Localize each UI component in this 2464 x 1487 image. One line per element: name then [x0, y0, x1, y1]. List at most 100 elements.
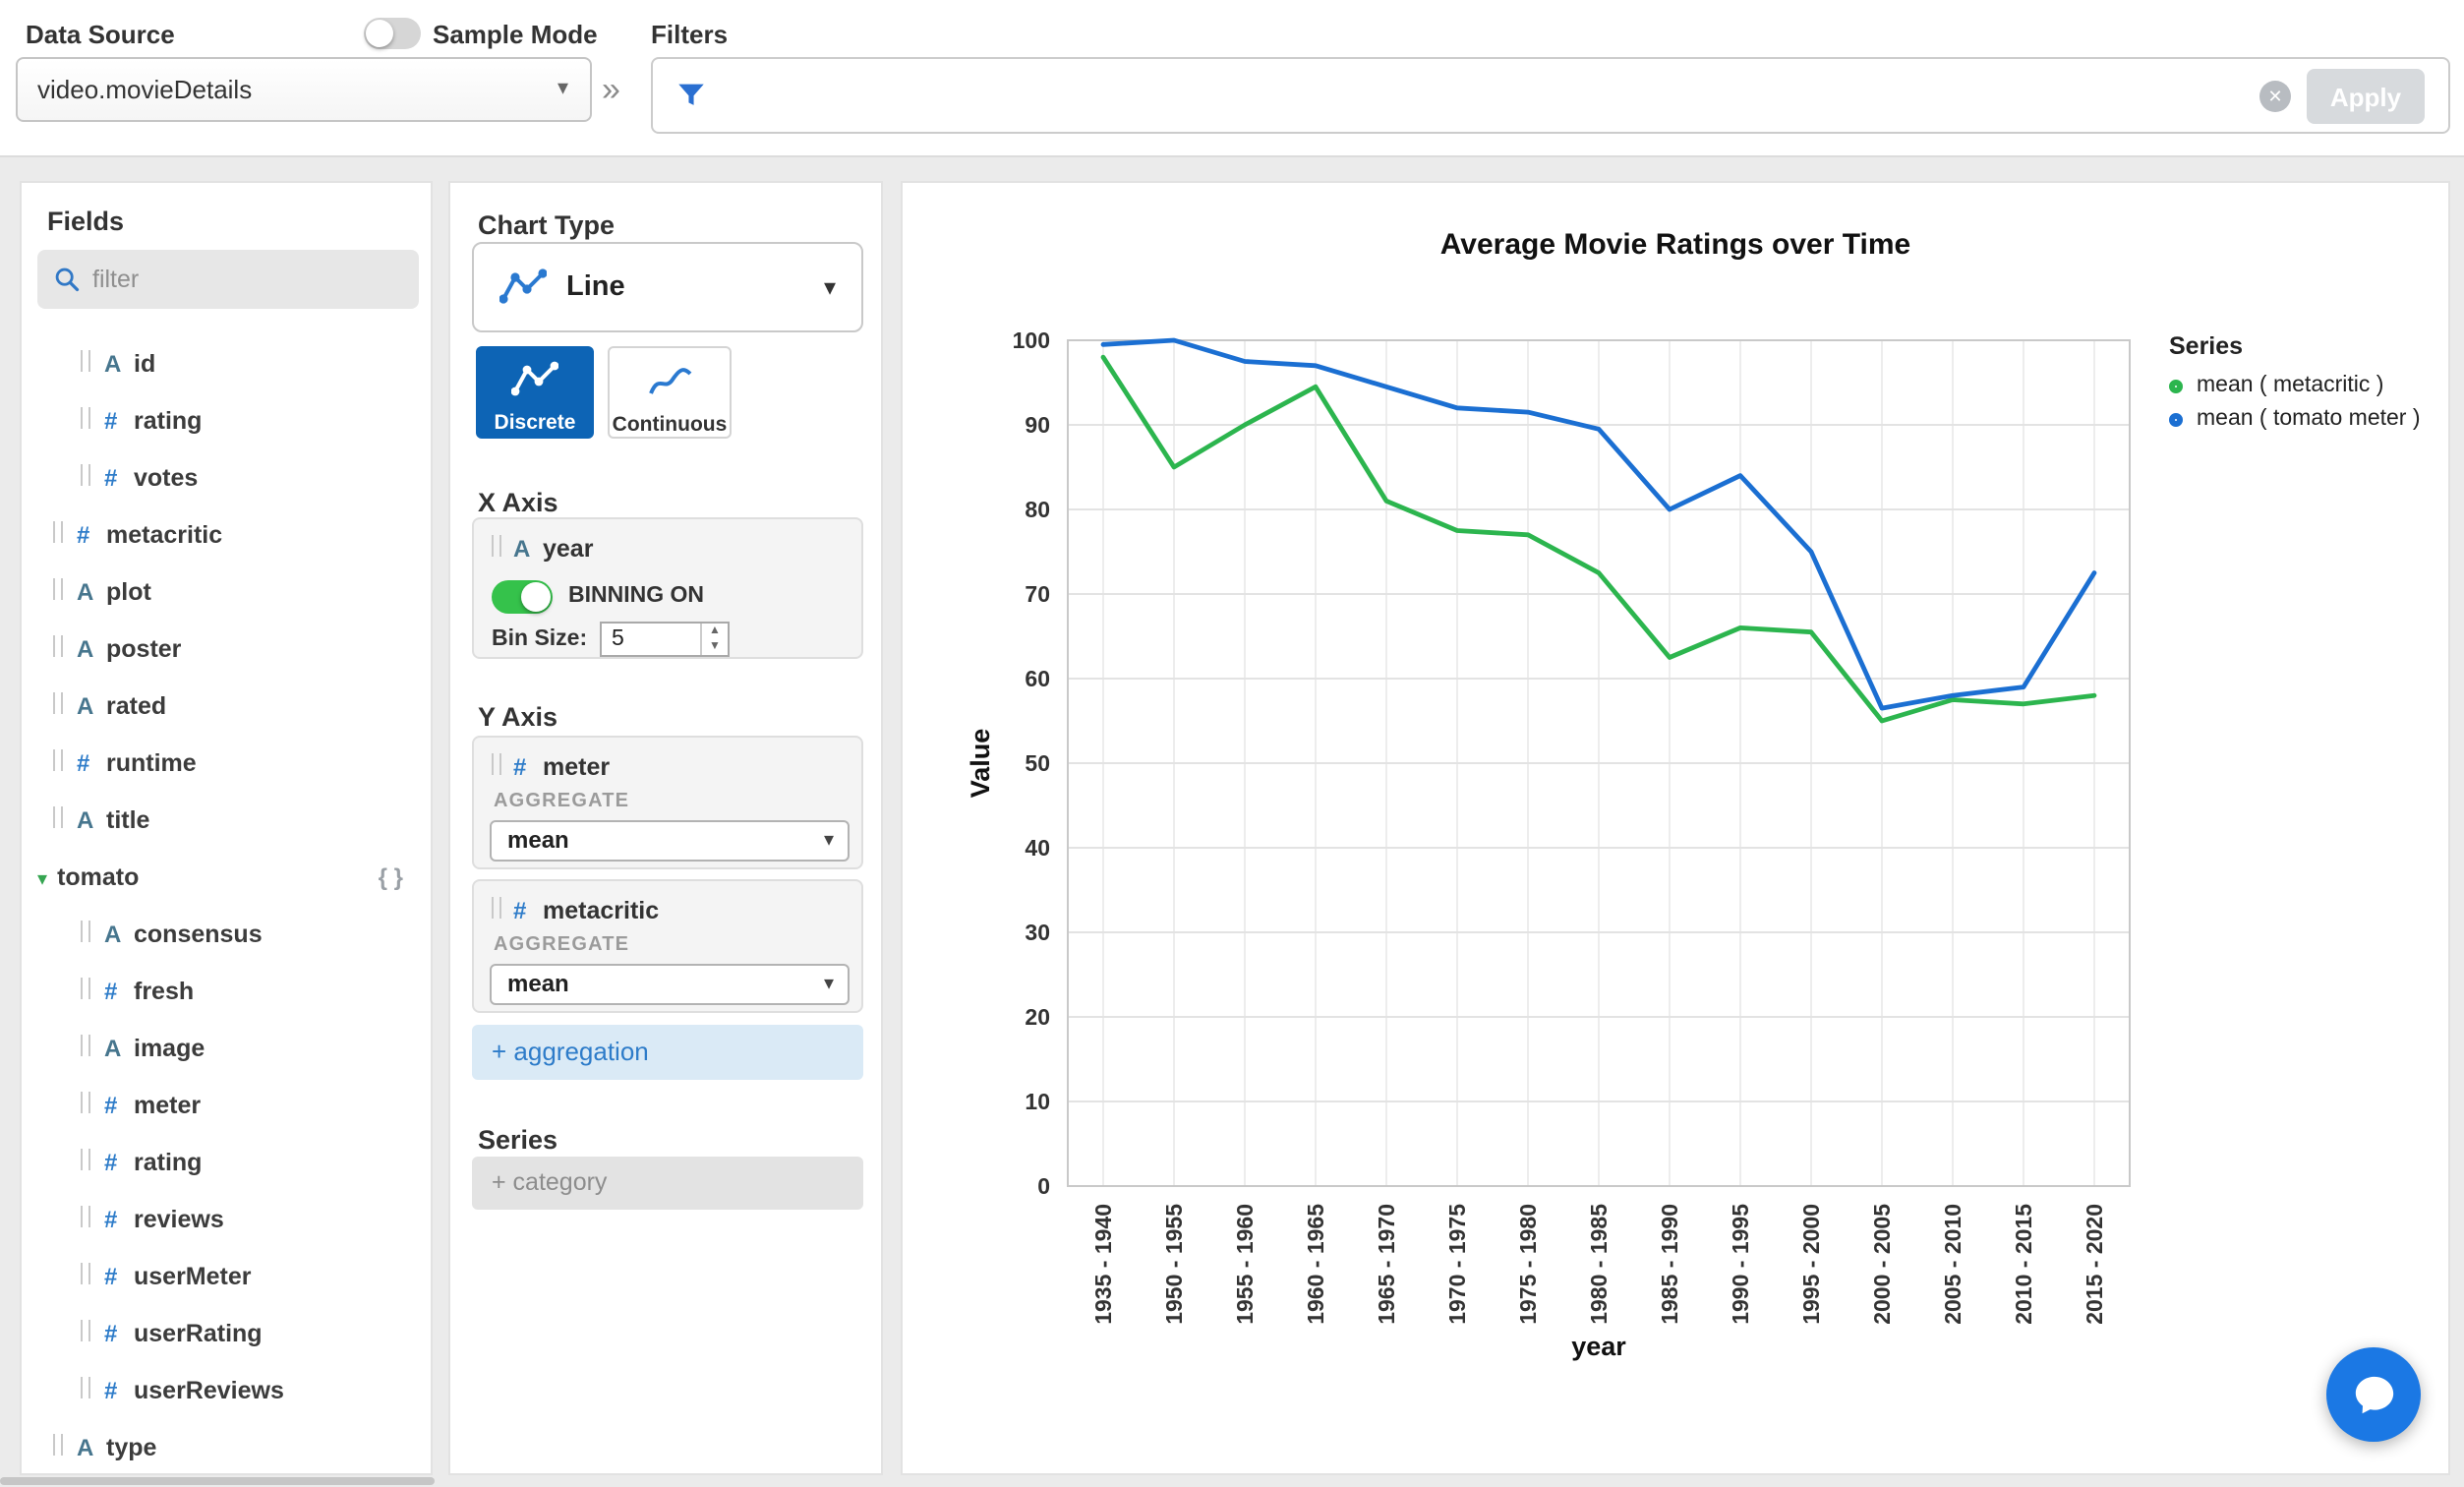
svg-text:1965 - 1970: 1965 - 1970	[1374, 1204, 1399, 1325]
chart-type-value: Line	[566, 244, 625, 330]
drag-handle-icon[interactable]	[81, 1092, 90, 1113]
field-row[interactable]: Arated	[22, 679, 431, 736]
data-source-label: Data Source	[26, 20, 175, 49]
drag-handle-icon[interactable]	[492, 535, 501, 557]
continuous-line-icon	[646, 362, 693, 401]
string-type-icon: A	[513, 529, 543, 568]
drag-handle-icon[interactable]	[81, 1035, 90, 1056]
drag-handle-icon[interactable]	[81, 1320, 90, 1341]
chat-bubble-button[interactable]	[2326, 1347, 2421, 1442]
drag-handle-icon[interactable]	[81, 978, 90, 999]
field-row[interactable]: Aconsensus	[22, 907, 431, 964]
bin-size-input[interactable]	[602, 624, 700, 655]
field-row[interactable]: #rating	[22, 1135, 431, 1192]
sample-mode-label: Sample Mode	[433, 20, 598, 49]
svg-text:1990 - 1995: 1990 - 1995	[1728, 1204, 1753, 1325]
fields-list: Aid #rating #votes #metacritic Aplot Apo…	[22, 336, 431, 1475]
object-badge: { }	[379, 850, 403, 907]
toggle-knob	[366, 20, 393, 47]
filter-input[interactable]	[728, 63, 2084, 128]
field-name: meter	[134, 1092, 201, 1119]
field-name: rating	[134, 1149, 202, 1176]
drag-handle-icon[interactable]	[53, 749, 63, 771]
field-type-icon: #	[104, 964, 134, 1021]
field-row[interactable]: #userRating	[22, 1306, 431, 1363]
field-row[interactable]: Atype	[22, 1420, 431, 1475]
drag-handle-icon[interactable]	[53, 806, 63, 828]
field-type-icon: #	[77, 507, 106, 565]
drag-handle-icon[interactable]	[81, 1206, 90, 1227]
drag-handle-icon[interactable]	[81, 1377, 90, 1398]
search-icon	[53, 266, 81, 293]
field-row[interactable]: #runtime	[22, 736, 431, 793]
data-source-select[interactable]: video.movieDetails ▾	[16, 57, 592, 122]
field-name: fresh	[134, 978, 194, 1005]
number-type-icon: #	[513, 747, 543, 787]
discrete-button[interactable]: Discrete	[476, 346, 594, 439]
add-category-button[interactable]: + category	[472, 1157, 863, 1210]
legend-marker-icon	[2169, 412, 2183, 426]
stepper-down-icon[interactable]: ▼	[702, 639, 728, 655]
data-source-value: video.movieDetails	[37, 75, 252, 104]
field-type-icon: #	[104, 1306, 134, 1363]
collapse-panel-icon[interactable]: »	[602, 71, 620, 110]
field-search-input[interactable]	[92, 250, 407, 309]
field-name: plot	[106, 578, 151, 606]
field-row[interactable]: #rating	[22, 393, 431, 450]
field-type-icon: #	[104, 450, 134, 507]
aggregate-select[interactable]: mean▾	[490, 964, 850, 1005]
binning-toggle[interactable]	[492, 580, 553, 614]
field-row[interactable]: #userMeter	[22, 1249, 431, 1306]
field-row[interactable]: #fresh	[22, 964, 431, 1021]
legend-label: mean ( metacritic )	[2197, 374, 2383, 397]
svg-text:20: 20	[1025, 1004, 1050, 1030]
field-row[interactable]: #votes	[22, 450, 431, 507]
field-row[interactable]: #reviews	[22, 1192, 431, 1249]
y-axis-field[interactable]: #metacritic	[492, 891, 659, 930]
field-row[interactable]: Aimage	[22, 1021, 431, 1078]
horizontal-scrollbar[interactable]	[0, 1477, 435, 1485]
add-aggregation-button[interactable]: + aggregation	[472, 1025, 863, 1080]
chart-type-select[interactable]: Line ▾	[472, 242, 863, 332]
drag-handle-icon[interactable]	[53, 578, 63, 600]
aggregate-select[interactable]: mean▾	[490, 820, 850, 862]
field-name: image	[134, 1035, 205, 1062]
line-chart-icon	[499, 266, 547, 309]
stepper-up-icon[interactable]: ▲	[702, 624, 728, 639]
drag-handle-icon[interactable]	[53, 1434, 63, 1456]
field-row[interactable]: Aposter	[22, 622, 431, 679]
field-row[interactable]: Atitle	[22, 793, 431, 850]
field-name: runtime	[106, 749, 197, 777]
drag-handle-icon[interactable]	[81, 1263, 90, 1284]
chevron-down-icon[interactable]: ▾	[37, 852, 47, 909]
drag-handle-icon[interactable]	[53, 692, 63, 714]
svg-text:0: 0	[1037, 1173, 1050, 1199]
y-axis-field[interactable]: #meter	[492, 747, 610, 787]
drag-handle-icon[interactable]	[81, 921, 90, 942]
apply-button[interactable]: Apply	[2307, 69, 2425, 124]
field-row[interactable]: #metacritic	[22, 507, 431, 565]
field-row[interactable]: Aid	[22, 336, 431, 393]
field-row[interactable]: Aplot	[22, 565, 431, 622]
bin-size-stepper: ▲ ▼	[700, 624, 728, 655]
drag-handle-icon[interactable]	[492, 897, 501, 919]
drag-handle-icon[interactable]	[492, 753, 501, 775]
field-row[interactable]: #userReviews	[22, 1363, 431, 1420]
drag-handle-icon[interactable]	[53, 521, 63, 543]
drag-handle-icon[interactable]	[81, 350, 90, 372]
svg-text:10: 10	[1025, 1089, 1050, 1114]
sample-mode-toggle[interactable]	[364, 18, 421, 49]
drag-handle-icon[interactable]	[81, 1149, 90, 1170]
svg-text:1970 - 1975: 1970 - 1975	[1444, 1204, 1470, 1325]
field-type-icon: A	[77, 622, 106, 679]
clear-filter-icon[interactable]: ✕	[2259, 81, 2291, 112]
field-row[interactable]: ▾tomato { }	[22, 850, 431, 907]
field-type-icon: #	[104, 1135, 134, 1192]
drag-handle-icon[interactable]	[81, 407, 90, 429]
continuous-button[interactable]: Continuous	[608, 346, 732, 439]
drag-handle-icon[interactable]	[81, 464, 90, 486]
svg-text:1955 - 1960: 1955 - 1960	[1232, 1204, 1258, 1325]
x-axis-field[interactable]: Ayear	[492, 529, 593, 568]
field-row[interactable]: #meter	[22, 1078, 431, 1135]
drag-handle-icon[interactable]	[53, 635, 63, 657]
